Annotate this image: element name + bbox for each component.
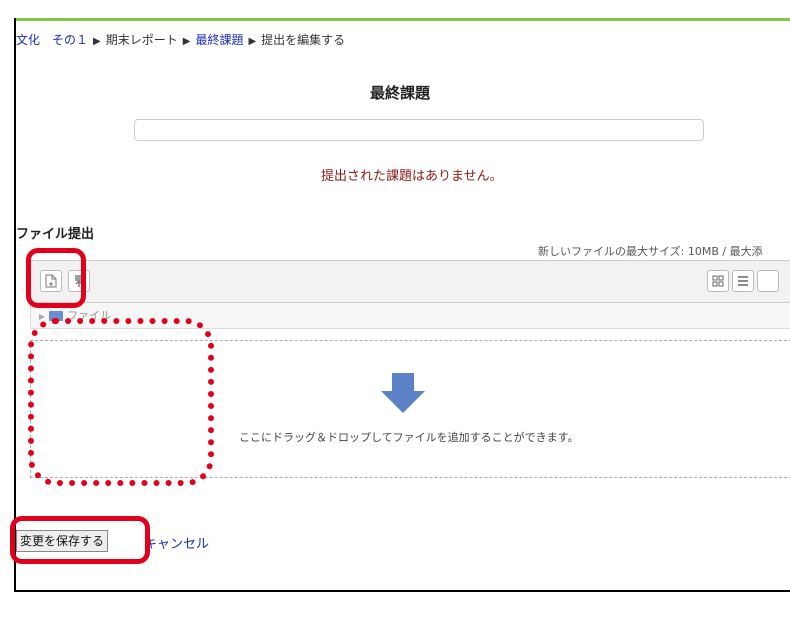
highlight-save-button-annotation [10,516,150,564]
max-file-size-text: 新しいファイルの最大サイズ: 10MB / 最大添 [538,245,763,258]
breadcrumb-separator-icon: ▶ [248,36,257,47]
highlight-add-file-annotation [26,248,86,308]
grid-view-button[interactable] [707,270,729,292]
cancel-link[interactable]: キャンセル [144,533,209,552]
highlight-drop-area-annotation [28,318,214,486]
breadcrumb-separator-icon: ▶ [182,36,191,47]
tree-view-button[interactable] [757,270,779,292]
breadcrumb-separator-icon: ▶ [93,36,101,47]
list-view-icon [738,276,748,286]
breadcrumb: 文化 その１ ▶ 期末レポート ▶ 最終課題 ▶ 提出を編集する [16,30,345,50]
assignment-info-box [134,119,704,141]
file-submission-label: ファイル提出 [16,227,95,242]
breadcrumb-item-current: 提出を編集する [261,33,346,47]
drop-instruction-text: ここにドラッグ＆ドロップしてファイルを追加することができます。 [239,431,579,444]
breadcrumb-item-course[interactable]: 文化 その１ [16,33,88,47]
submission-status-message: 提出された課題はありません。 [321,169,503,184]
page-frame: 文化 その１ ▶ 期末レポート ▶ 最終課題 ▶ 提出を編集する 最終課題 提出された課題は… [14,18,790,592]
page-title: 最終課題 [370,84,431,102]
breadcrumb-item-section: 期末レポート [105,33,178,47]
filemanager-toolbar [30,260,790,303]
list-view-button[interactable] [732,270,754,292]
grid-view-icon [712,275,724,287]
breadcrumb-item-assignment[interactable]: 最終課題 [195,33,243,47]
down-arrow-icon [381,373,425,413]
header-accent-line [16,18,790,21]
